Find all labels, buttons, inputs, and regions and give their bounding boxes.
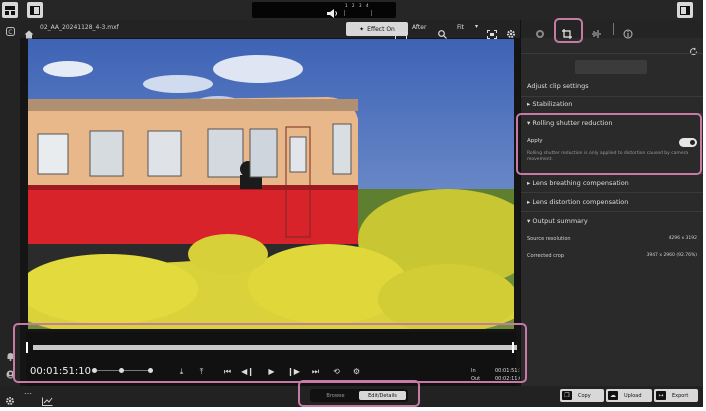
sparkle-icon: ✦ bbox=[359, 25, 365, 33]
corrected-crop-value: 3947 x 2960 (92.76%) bbox=[646, 253, 697, 258]
color-icon[interactable] bbox=[535, 24, 545, 43]
section-stabilization[interactable]: ▸ Stabilization bbox=[527, 100, 572, 108]
reset-icon[interactable] bbox=[689, 41, 698, 60]
section-output-summary[interactable]: ▾ Output summary bbox=[527, 217, 588, 225]
corrected-crop-label: Corrected crop bbox=[527, 253, 565, 259]
rolling-shutter-highlight bbox=[516, 113, 702, 175]
tab-divider bbox=[613, 23, 614, 35]
video-image bbox=[28, 39, 514, 329]
panel-toggle-icon[interactable] bbox=[677, 2, 693, 18]
meter-label: 1 bbox=[345, 3, 348, 8]
copy-icon: ❐ bbox=[562, 391, 572, 400]
section-label: Stabilization bbox=[532, 100, 573, 108]
meter-label: 3 bbox=[359, 3, 362, 8]
settings-gear-icon[interactable] bbox=[5, 391, 15, 407]
upload-button[interactable]: ☁ Upload bbox=[606, 389, 652, 402]
crop-tab-highlight bbox=[554, 18, 583, 43]
meter-bars bbox=[344, 10, 372, 16]
top-bar: 1 2 3 4 bbox=[0, 0, 703, 20]
layout-menu-icon[interactable] bbox=[2, 2, 18, 18]
svg-text:C: C bbox=[8, 29, 12, 36]
graph-icon[interactable] bbox=[42, 391, 53, 407]
audio-icon[interactable] bbox=[591, 24, 603, 43]
panel-tabs bbox=[521, 20, 703, 39]
app-window: 1 2 3 4 C 02_AA_20241128_4-3.mxf ✦ Effec… bbox=[0, 0, 703, 407]
clip-filename: 02_AA_20241128_4-3.mxf bbox=[40, 24, 119, 31]
section-lens-breathing[interactable]: ▸ Lens breathing compensation bbox=[527, 179, 629, 187]
export-button[interactable]: ↦ Export bbox=[654, 389, 698, 402]
info-icon[interactable] bbox=[623, 24, 633, 43]
adjust-panel: Adjust clip settings ▸ Stabilization ▾ R… bbox=[520, 20, 703, 386]
zoom-select[interactable]: Fit bbox=[457, 24, 464, 31]
divider bbox=[521, 53, 703, 54]
export-icon: ↦ bbox=[656, 391, 666, 400]
divider bbox=[521, 96, 703, 97]
copy-label: Copy bbox=[578, 392, 591, 399]
viewer-toolbar: 02_AA_20241128_4-3.mxf ✦ Effect On After… bbox=[20, 20, 520, 40]
more-options-icon[interactable]: ⋯ bbox=[24, 389, 32, 398]
cloud-upload-icon: ☁ bbox=[608, 391, 618, 400]
divider bbox=[521, 211, 703, 212]
effect-label: Effect On bbox=[367, 25, 395, 33]
audio-level-meter: 1 2 3 4 bbox=[252, 2, 396, 18]
preset-button[interactable] bbox=[575, 60, 647, 74]
section-label: Lens breathing compensation bbox=[532, 179, 629, 187]
meter-label: 2 bbox=[352, 3, 355, 8]
meter-label: 4 bbox=[366, 3, 369, 8]
timeline-highlight bbox=[13, 323, 527, 383]
export-label: Export bbox=[672, 392, 689, 399]
upload-label: Upload bbox=[624, 392, 642, 399]
clip-info-icon[interactable]: C bbox=[2, 23, 18, 39]
section-label: Lens distortion compensation bbox=[532, 198, 629, 206]
copy-button[interactable]: ❐ Copy bbox=[560, 389, 604, 402]
panel-heading: Adjust clip settings bbox=[527, 82, 589, 90]
divider bbox=[521, 192, 703, 193]
sidebar-toggle-icon[interactable] bbox=[27, 2, 43, 18]
mode-switch-highlight bbox=[298, 380, 420, 407]
source-resolution-value: 4296 x 3192 bbox=[668, 236, 697, 241]
section-label: Output summary bbox=[532, 217, 588, 225]
section-lens-distortion[interactable]: ▸ Lens distortion compensation bbox=[527, 198, 628, 206]
chevron-down-icon[interactable]: ▾ bbox=[475, 23, 478, 30]
after-label[interactable]: After bbox=[412, 24, 426, 31]
source-resolution-label: Source resolution bbox=[527, 236, 571, 242]
video-frame[interactable] bbox=[28, 39, 514, 329]
